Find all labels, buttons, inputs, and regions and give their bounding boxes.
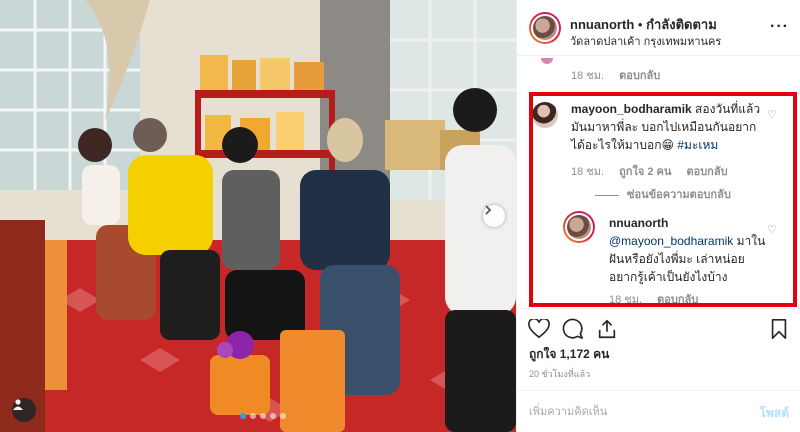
hide-replies-label: ซ่อนข้อความตอบกลับ [627, 189, 731, 201]
author-username[interactable]: nnuanorth [570, 17, 634, 32]
author-avatar[interactable] [529, 12, 561, 44]
photo-scene [0, 0, 516, 432]
carousel-dot [250, 413, 256, 419]
commenter-avatar[interactable] [532, 102, 558, 128]
save-button[interactable] [767, 317, 791, 341]
comment-hashtag[interactable]: #มะเหม [677, 138, 718, 152]
reply-button[interactable]: ตอบกลับ [686, 166, 727, 178]
reply-username[interactable]: nnuanorth [609, 216, 668, 230]
like-button[interactable] [527, 317, 551, 341]
carousel-dot [280, 413, 286, 419]
tagged-users-button[interactable] [12, 398, 36, 422]
comment-time: 18 ชม. [571, 70, 605, 82]
user-icon [13, 399, 23, 410]
heart-icon: ♡ [767, 109, 777, 121]
post-comment-button[interactable]: โพสต์ [760, 404, 789, 423]
header-separator: • [637, 17, 643, 32]
reply-author-avatar[interactable] [563, 211, 595, 243]
reply-button[interactable]: ตอบกลับ [619, 70, 660, 82]
share-icon [598, 319, 616, 339]
share-button[interactable] [595, 317, 619, 341]
bookmark-icon [771, 319, 787, 339]
ellipsis-icon: ··· [770, 18, 789, 35]
post-actions [517, 308, 800, 348]
hide-replies-button[interactable]: ซ่อนข้อความตอบกลับ [595, 185, 731, 203]
comment-likes[interactable]: ถูกใจ 2 คน [619, 166, 671, 178]
comment-body: mayoon_bodharamik สองวันที่แล้วมันมาหาพี… [571, 100, 767, 154]
commenter-username[interactable]: mayoon_bodharamik [571, 102, 692, 116]
previous-comment-meta: 18 ชม. ตอบกลับ [571, 66, 660, 84]
heart-icon: ♡ [767, 224, 777, 236]
reply-button[interactable]: ตอบกลับ [657, 294, 698, 306]
carousel-next-button[interactable] [483, 205, 505, 227]
carousel-dot [240, 413, 246, 419]
add-comment-input[interactable] [529, 403, 729, 421]
like-reply-button[interactable]: ♡ [767, 223, 777, 236]
chevron-right-icon [485, 205, 492, 215]
reply-body: nnuanorth @mayoon_bodharamik มาในฝันหรือ… [609, 214, 767, 286]
heart-icon [528, 319, 550, 339]
like-count[interactable]: ถูกใจ 1,172 คน [529, 345, 609, 364]
carousel-dot [260, 413, 266, 419]
like-comment-button[interactable]: ♡ [767, 108, 777, 121]
post-photo[interactable] [0, 0, 516, 432]
add-comment-bar: โพสต์ [517, 390, 800, 432]
comment-time: 18 ชม. [571, 166, 605, 178]
carousel-dot [270, 413, 276, 419]
reply-meta: 18 ชม. ตอบกลับ [609, 290, 698, 308]
comment-meta: 18 ชม. ถูกใจ 2 คน ตอบกลับ [571, 162, 728, 180]
comment-button[interactable] [561, 317, 585, 341]
hide-replies-line [595, 194, 619, 196]
comments-list[interactable]: 18 ชม. ตอบกลับ mayoon_bodharamik สองวันท… [517, 56, 800, 308]
carousel-indicator [240, 413, 286, 419]
reply-time: 18 ชม. [609, 294, 643, 306]
post-header: nnuanorth • กำลังติดตาม วัดลาดปลาเค้า กร… [517, 0, 800, 56]
more-options-button[interactable]: ··· [770, 18, 789, 36]
post-side-panel: nnuanorth • กำลังติดตาม วัดลาดปลาเค้า กร… [516, 0, 800, 432]
following-button[interactable]: กำลังติดตาม [646, 17, 717, 32]
reply-mention[interactable]: @mayoon_bodharamik [609, 234, 733, 248]
post-timestamp[interactable]: 20 ชั่วโมงที่แล้ว [529, 367, 590, 381]
comment-icon [562, 318, 583, 339]
post-location[interactable]: วัดลาดปลาเค้า กรุงเทพมหานคร [570, 32, 721, 50]
previous-comment-avatar [541, 58, 553, 64]
